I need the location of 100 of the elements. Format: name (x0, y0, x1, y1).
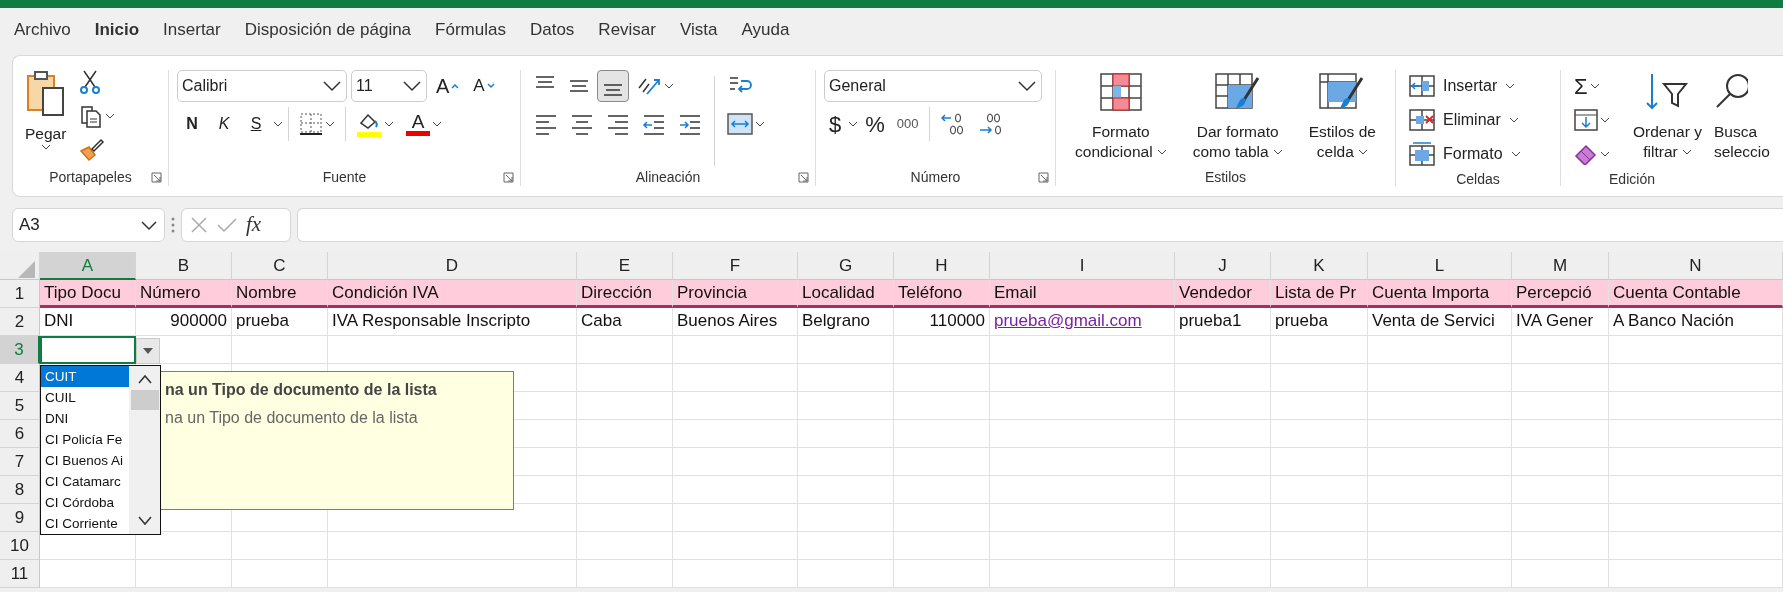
empty-cell[interactable] (798, 336, 894, 364)
menu-tab[interactable]: Disposición de página (232, 8, 424, 52)
empty-cell[interactable] (990, 392, 1175, 420)
empty-cell[interactable] (1175, 336, 1271, 364)
empty-cell[interactable] (1609, 560, 1783, 588)
empty-cell[interactable] (1271, 560, 1368, 588)
empty-cell[interactable] (1368, 420, 1512, 448)
empty-cell[interactable] (1271, 448, 1368, 476)
menu-tab[interactable]: Insertar (151, 8, 233, 52)
column-header[interactable]: E (577, 252, 673, 280)
empty-cell[interactable] (1512, 392, 1609, 420)
empty-cell[interactable] (577, 392, 673, 420)
align-bottom-button[interactable] (597, 70, 629, 102)
caret-icon[interactable] (848, 121, 859, 127)
empty-cell[interactable] (1368, 560, 1512, 588)
empty-cell[interactable] (1512, 560, 1609, 588)
empty-cell[interactable] (328, 560, 577, 588)
column-header[interactable]: G (798, 252, 894, 280)
empty-cell[interactable] (1175, 504, 1271, 532)
number-format-field[interactable]: General (824, 70, 1042, 102)
empty-cell[interactable] (990, 364, 1175, 392)
row-header[interactable]: 9 (0, 504, 40, 532)
row-header[interactable]: 4 (0, 364, 40, 392)
list-item[interactable]: CI Corriente (41, 513, 129, 534)
empty-cell[interactable] (673, 448, 798, 476)
active-cell[interactable] (40, 336, 136, 364)
empty-cell[interactable] (1271, 392, 1368, 420)
empty-cell[interactable] (136, 560, 232, 588)
column-header[interactable]: B (136, 252, 232, 280)
empty-cell[interactable] (232, 336, 328, 364)
menu-tab[interactable]: Fórmulas (423, 8, 518, 52)
empty-cell[interactable] (1512, 532, 1609, 560)
row-header[interactable]: 1 (0, 280, 40, 308)
empty-cell[interactable] (673, 476, 798, 504)
delete-cells-button[interactable]: Eliminar (1404, 104, 1526, 136)
empty-cell[interactable] (798, 392, 894, 420)
scroll-up-icon[interactable] (137, 374, 152, 384)
empty-cell[interactable] (673, 364, 798, 392)
list-item[interactable]: CUIL (41, 387, 129, 408)
empty-cell[interactable] (232, 560, 328, 588)
row-header[interactable]: 10 (0, 532, 40, 560)
empty-cell[interactable] (1175, 532, 1271, 560)
empty-cell[interactable] (1271, 532, 1368, 560)
menu-tab[interactable]: Vista (668, 8, 730, 52)
empty-cell[interactable] (990, 448, 1175, 476)
more-vertical-icon[interactable] (171, 217, 175, 233)
empty-cell[interactable] (798, 476, 894, 504)
empty-cell[interactable] (577, 504, 673, 532)
empty-cell[interactable] (1609, 392, 1783, 420)
empty-cell[interactable] (577, 476, 673, 504)
percent-button[interactable]: % (860, 108, 890, 140)
italic-button[interactable]: K (209, 108, 239, 140)
dialog-launcher-icon[interactable] (1038, 172, 1049, 183)
empty-cell[interactable] (673, 504, 798, 532)
dialog-launcher-icon[interactable] (151, 172, 162, 183)
empty-cell[interactable] (328, 532, 577, 560)
column-header[interactable]: L (1368, 252, 1512, 280)
empty-cell[interactable] (1609, 532, 1783, 560)
list-item[interactable]: CI Policía Fe (41, 429, 129, 450)
dropdown-list[interactable]: CUIT CUIL DNI CI Policía Fe CI Buenos Ai CI Catamarc CI Córdoba CI Corriente (40, 365, 161, 535)
column-header[interactable]: I (990, 252, 1175, 280)
empty-cell[interactable] (577, 336, 673, 364)
autosum-button[interactable]: Σ (1569, 70, 1615, 102)
empty-cell[interactable] (1175, 392, 1271, 420)
underline-button[interactable]: S (241, 108, 271, 140)
empty-cell[interactable] (990, 420, 1175, 448)
empty-cell[interactable] (1175, 420, 1271, 448)
empty-cell[interactable] (1609, 504, 1783, 532)
empty-cell[interactable] (577, 532, 673, 560)
list-item[interactable]: CI Buenos Ai (41, 450, 129, 471)
row-header[interactable]: 2 (0, 308, 40, 336)
empty-cell[interactable] (1368, 336, 1512, 364)
list-item[interactable]: CI Catamarc (41, 471, 129, 492)
empty-cell[interactable] (1175, 476, 1271, 504)
empty-cell[interactable] (1271, 336, 1368, 364)
empty-cell[interactable] (1512, 504, 1609, 532)
formula-input-field[interactable] (297, 208, 1783, 242)
name-box[interactable]: A3 (12, 208, 165, 242)
empty-cell[interactable] (673, 420, 798, 448)
empty-cell[interactable] (990, 504, 1175, 532)
empty-cell[interactable] (673, 336, 798, 364)
row-header[interactable]: 11 (0, 560, 40, 588)
empty-cell[interactable] (1271, 364, 1368, 392)
empty-cell[interactable] (894, 448, 990, 476)
cancel-icon[interactable] (190, 216, 208, 234)
currency-button[interactable]: $ (824, 108, 847, 140)
empty-cell[interactable] (1271, 476, 1368, 504)
empty-cell[interactable] (577, 448, 673, 476)
font-size-field[interactable]: 11 (351, 70, 427, 102)
list-item[interactable]: DNI (41, 408, 129, 429)
format-as-table-button[interactable]: Dar formato como tabla (1188, 70, 1287, 168)
empty-cell[interactable] (1368, 532, 1512, 560)
empty-cell[interactable] (798, 560, 894, 588)
empty-cell[interactable] (577, 560, 673, 588)
empty-cell[interactable] (1368, 476, 1512, 504)
email-link[interactable]: prueba@gmail.com (990, 308, 1175, 336)
empty-cell[interactable] (1609, 476, 1783, 504)
empty-cell[interactable] (990, 476, 1175, 504)
row-header[interactable]: 7 (0, 448, 40, 476)
empty-cell[interactable] (1271, 420, 1368, 448)
